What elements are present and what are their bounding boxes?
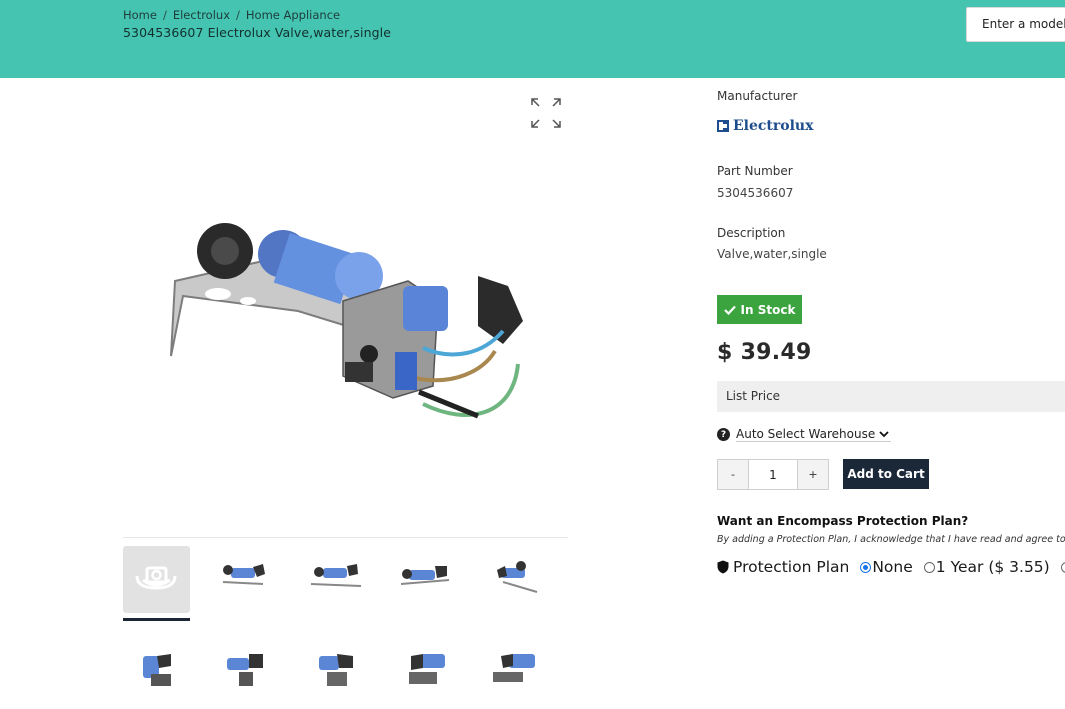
breadcrumb: Home / Electrolux / Home Appliance	[123, 8, 340, 22]
add-to-cart-button[interactable]: Add to Cart	[843, 459, 929, 489]
main-product-image[interactable]	[123, 86, 568, 536]
radio-none[interactable]	[860, 561, 872, 573]
thumbnail-7[interactable]	[303, 644, 370, 709]
protection-option-none-label: None	[872, 558, 913, 576]
thumbnail-8[interactable]	[393, 644, 460, 709]
breadcrumb-separator: /	[162, 8, 167, 22]
thumbnail-6[interactable]	[213, 644, 280, 709]
checkmark-icon	[723, 305, 736, 315]
price: $ 39.49	[717, 340, 812, 365]
360-view-icon	[135, 566, 177, 590]
protection-plan-options: Protection Plan None 1 Year ($ 3.55) 2	[717, 558, 1065, 576]
in-stock-badge: In Stock	[717, 295, 802, 324]
thumbnail-1[interactable]	[213, 552, 280, 619]
gallery-divider	[123, 537, 568, 538]
breadcrumb-separator: /	[236, 8, 240, 22]
model-search-input[interactable]: Enter a model#	[966, 7, 1065, 42]
thumbnail-5[interactable]	[123, 644, 190, 709]
description-value: Valve,water,single	[717, 247, 827, 261]
radio-2[interactable]	[1060, 561, 1065, 573]
part-number-value: 5304536607	[717, 186, 794, 200]
electrolux-logo-icon	[717, 120, 729, 132]
thumbnail-2[interactable]	[303, 552, 370, 619]
protection-option-1-year[interactable]: 1 Year ($ 3.55)	[923, 558, 1050, 576]
thumbnail-3[interactable]	[393, 552, 460, 619]
radio-1-year[interactable]	[923, 561, 935, 573]
warehouse-selector: ? Auto Select Warehouse	[717, 427, 892, 442]
quantity-stepper: - 1 +	[717, 459, 829, 490]
site-header: Home / Electrolux / Home Appliance 53045…	[0, 0, 1065, 78]
thumbnail-360-view[interactable]	[123, 546, 190, 613]
shield-icon	[717, 560, 729, 574]
quantity-decrement-button[interactable]: -	[718, 460, 749, 489]
chevron-down-icon	[879, 430, 889, 437]
price-value: 39.49	[740, 340, 812, 365]
manufacturer-logo[interactable]: Electrolux	[717, 118, 813, 134]
currency-symbol: $	[717, 340, 733, 365]
protection-option-2[interactable]: 2	[1060, 558, 1065, 576]
manufacturer-name: Electrolux	[733, 118, 814, 134]
list-price-label: List Price	[726, 389, 781, 403]
active-thumbnail-indicator	[123, 618, 190, 621]
help-icon[interactable]: ?	[717, 428, 730, 441]
warehouse-select-value: Auto Select Warehouse	[736, 427, 876, 441]
protection-option-1-year-label: 1 Year ($ 3.55)	[935, 558, 1050, 576]
expand-icon[interactable]	[530, 97, 562, 129]
breadcrumb-electrolux[interactable]: Electrolux	[173, 8, 230, 22]
quantity-increment-button[interactable]: +	[797, 460, 828, 489]
manufacturer-label: Manufacturer	[717, 89, 798, 103]
protection-plan-note: By adding a Protection Plan, I acknowled…	[717, 534, 1065, 545]
breadcrumb-home-appliance[interactable]: Home Appliance	[246, 8, 340, 22]
breadcrumb-home[interactable]: Home	[123, 8, 157, 22]
protection-plan-label: Protection Plan	[733, 558, 850, 576]
part-number-label: Part Number	[717, 164, 793, 178]
stock-status: In Stock	[740, 302, 796, 317]
thumbnail-4[interactable]	[483, 552, 550, 619]
description-label: Description	[717, 226, 786, 240]
protection-option-none[interactable]: None	[860, 558, 913, 576]
quantity-input[interactable]: 1	[749, 460, 797, 489]
page-title: 5304536607 Electrolux Valve,water,single	[123, 25, 391, 40]
thumbnail-9[interactable]	[483, 644, 550, 709]
list-price-bar: List Price	[717, 381, 1065, 412]
protection-plan-title: Want an Encompass Protection Plan?	[717, 514, 969, 528]
warehouse-select[interactable]: Auto Select Warehouse	[736, 427, 892, 442]
